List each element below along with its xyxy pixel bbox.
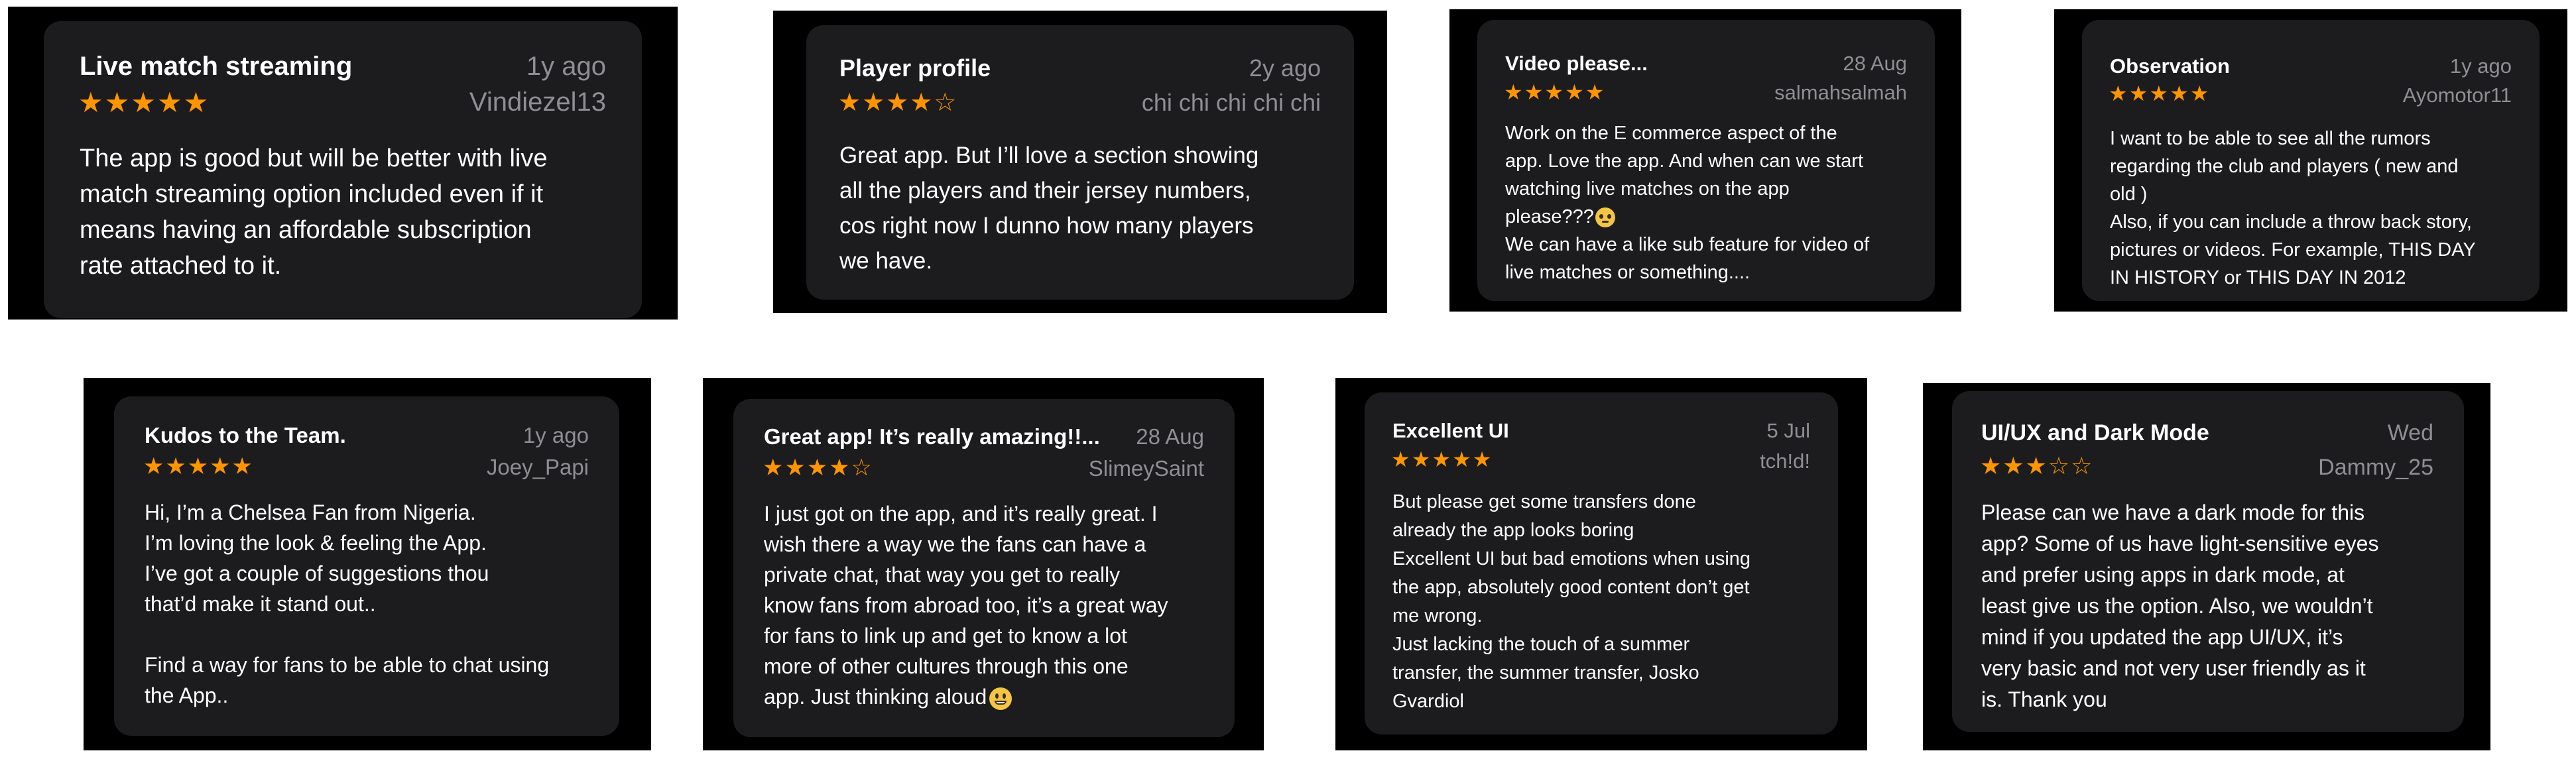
review-body: I just got on the app, and it’s really g…	[764, 498, 1168, 712]
review-title: Excellent UI	[1392, 419, 1509, 442]
review-author: Dammy_25	[2318, 455, 2433, 480]
review-screenshot-5: Kudos to the Team. 1y ago ★★★★★ Joey_Pap…	[84, 378, 651, 750]
review-screenshot-8: UI/UX and Dark Mode Wed ★★★☆☆ Dammy_25 P…	[1923, 383, 2490, 750]
star-rating: ★★★★★	[1391, 447, 1493, 471]
review-screenshot-1: Live match streaming 1y ago ★★★★★ Vindie…	[8, 7, 678, 320]
review-body: Work on the E commerce aspect of the app…	[1505, 119, 1869, 286]
review-author: SlimeySaint	[1088, 456, 1204, 481]
review-card[interactable]: Kudos to the Team. 1y ago ★★★★★ Joey_Pap…	[114, 396, 619, 736]
review-body: The app is good but will be better with …	[80, 145, 548, 280]
review-title: Live match streaming	[80, 52, 353, 81]
star-rating: ★★★★★	[1504, 80, 1606, 104]
review-author: tch!d!	[1760, 449, 1810, 473]
review-card[interactable]: UI/UX and Dark Mode Wed ★★★☆☆ Dammy_25 P…	[1952, 391, 2464, 732]
review-title: UI/UX and Dark Mode	[1981, 420, 2209, 445]
review-author: chi chi chi chi chi	[1141, 89, 1321, 116]
star-rating: ★★★★☆	[763, 455, 873, 481]
review-body: But please get some transfers done alrea…	[1392, 491, 1751, 712]
review-screenshot-2: Player profile 2y ago ★★★★☆ chi chi chi …	[773, 11, 1387, 313]
review-screenshot-7: Excellent UI 5 Jul ★★★★★ tch!d! But plea…	[1335, 378, 1867, 750]
review-author: Vindiezel13	[469, 88, 606, 117]
review-title: Player profile	[839, 54, 991, 82]
review-date: 28 Aug	[1136, 424, 1204, 449]
review-card[interactable]: Player profile 2y ago ★★★★☆ chi chi chi …	[806, 25, 1354, 300]
review-date: 28 Aug	[1843, 52, 1907, 75]
star-rating: ★★★★☆	[838, 89, 958, 117]
review-date: Wed	[2387, 420, 2433, 445]
star-rating: ★★★★★	[78, 87, 210, 118]
review-date: 1y ago	[2449, 54, 2512, 78]
review-card[interactable]: Excellent UI 5 Jul ★★★★★ tch!d! But plea…	[1365, 392, 1838, 734]
review-author: Ayomotor11	[2402, 84, 2512, 107]
review-card[interactable]: Live match streaming 1y ago ★★★★★ Vindie…	[44, 21, 642, 318]
review-card[interactable]: Video please... 28 Aug ★★★★★ salmahsalma…	[1477, 20, 1935, 301]
star-rating: ★★★☆☆	[1980, 452, 2094, 479]
review-screenshot-6: Great app! It’s really amazing!!... 28 A…	[703, 378, 1264, 750]
review-body: Please can we have a dark mode for this …	[1981, 500, 2379, 711]
grinning-face-emoji-icon	[989, 687, 1012, 710]
review-card[interactable]: Great app! It’s really amazing!!... 28 A…	[733, 399, 1235, 737]
review-date: 1y ago	[526, 52, 606, 81]
review-body-text: Work on the E commerce aspect of the app…	[1505, 123, 1864, 227]
review-author: Joey_Papi	[486, 455, 589, 479]
review-date: 5 Jul	[1766, 419, 1810, 442]
pleading-face-emoji-icon	[1595, 207, 1615, 228]
review-body-text: We can have a like sub feature for video…	[1505, 234, 1870, 283]
review-title: Observation	[2110, 54, 2230, 78]
star-rating: ★★★★★	[2109, 82, 2211, 105]
review-date: 1y ago	[522, 423, 589, 447]
review-card[interactable]: Observation 1y ago ★★★★★ Ayomotor11 I wa…	[2082, 20, 2540, 301]
review-body-text: I just got on the app, and it’s really g…	[764, 502, 1168, 709]
review-body: Hi, I’m a Chelsea Fan from Nigeria. I’m …	[145, 500, 550, 707]
review-screenshot-3: Video please... 28 Aug ★★★★★ salmahsalma…	[1449, 9, 1961, 312]
review-body: Great app. But I’ll love a section showi…	[839, 143, 1259, 274]
review-date: 2y ago	[1249, 54, 1321, 82]
star-rating: ★★★★★	[143, 453, 254, 479]
review-title: Video please...	[1505, 52, 1648, 75]
review-author: salmahsalmah	[1774, 81, 1907, 104]
review-title: Great app! It’s really amazing!!...	[764, 424, 1100, 449]
review-title: Kudos to the Team.	[145, 423, 346, 447]
review-body: I want to be able to see all the rumors …	[2110, 128, 2476, 288]
review-screenshot-4: Observation 1y ago ★★★★★ Ayomotor11 I wa…	[2054, 9, 2567, 312]
